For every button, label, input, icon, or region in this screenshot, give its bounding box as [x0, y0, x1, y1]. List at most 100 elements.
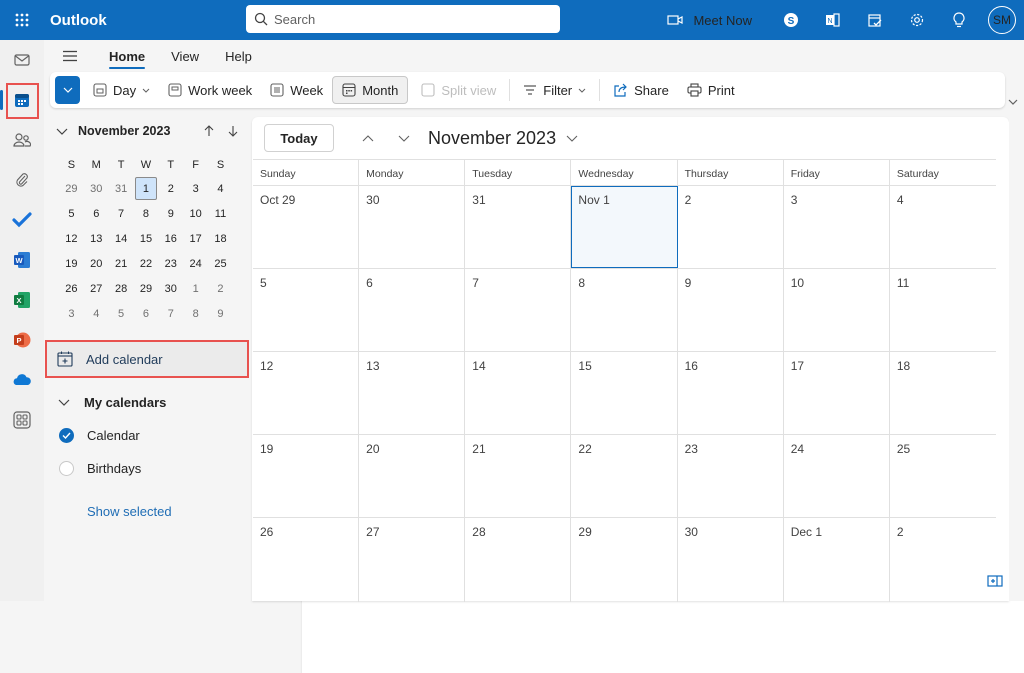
split-view-button[interactable]: Split view	[412, 76, 505, 104]
mini-calendar-day[interactable]: 28	[109, 276, 134, 301]
mini-calendar-day[interactable]: 16	[158, 226, 183, 251]
mini-calendar-day[interactable]: 4	[208, 176, 233, 201]
rail-mail[interactable]	[0, 40, 44, 80]
mini-calendar-day[interactable]: 29	[59, 176, 84, 201]
day-cell[interactable]: 3	[784, 186, 890, 268]
day-cell[interactable]: 26	[253, 518, 360, 602]
rail-files[interactable]	[0, 160, 44, 200]
day-cell[interactable]: 17	[784, 352, 890, 434]
mini-calendar-day[interactable]: 8	[134, 201, 159, 226]
rail-excel[interactable]: X	[0, 280, 44, 320]
day-cell[interactable]: 19	[253, 435, 360, 517]
filter-button[interactable]: Filter	[514, 76, 595, 104]
mini-calendar-day[interactable]: 23	[158, 251, 183, 276]
day-view-button[interactable]: Day	[84, 76, 159, 104]
mini-calendar-day[interactable]: 31	[109, 176, 134, 201]
chevron-down-icon[interactable]	[566, 135, 578, 142]
mini-calendar-day[interactable]: 1	[134, 176, 159, 201]
day-cell[interactable]: 4	[890, 186, 996, 268]
calendar-item-birthdays[interactable]: Birthdays	[59, 461, 141, 476]
show-selected-link[interactable]: Show selected	[87, 504, 172, 519]
mini-calendar-day[interactable]: 30	[158, 276, 183, 301]
mini-calendar-day[interactable]: 29	[134, 276, 159, 301]
month-title[interactable]: November 2023	[428, 128, 556, 149]
mini-calendar-day[interactable]: 6	[84, 201, 109, 226]
today-button[interactable]: Today	[264, 124, 334, 152]
my-calendars-header[interactable]: My calendars	[58, 395, 166, 410]
mini-calendar-day[interactable]: 26	[59, 276, 84, 301]
day-cell-today[interactable]: Nov 1	[571, 186, 678, 268]
day-cell[interactable]: 11	[890, 269, 996, 351]
share-button[interactable]: Share	[604, 76, 678, 104]
onenote-feed-button[interactable]: N	[812, 0, 854, 40]
mini-calendar-day[interactable]: 9	[158, 201, 183, 226]
rail-people[interactable]	[0, 120, 44, 160]
rail-onedrive[interactable]	[0, 360, 44, 400]
day-cell[interactable]: 28	[465, 518, 572, 602]
settings-button[interactable]	[896, 0, 938, 40]
skype-button[interactable]: S	[770, 0, 812, 40]
day-cell[interactable]: 30	[359, 186, 466, 268]
mini-calendar-day[interactable]: 6	[134, 301, 159, 326]
account-avatar[interactable]: SM	[988, 6, 1016, 34]
mini-calendar-day[interactable]: 11	[208, 201, 233, 226]
day-cell[interactable]: 12	[253, 352, 360, 434]
mini-calendar-day[interactable]: 4	[84, 301, 109, 326]
mini-calendar-day[interactable]: 13	[84, 226, 109, 251]
day-cell[interactable]: 14	[465, 352, 572, 434]
checkbox-checked[interactable]	[59, 428, 74, 443]
mini-calendar-day[interactable]: 5	[109, 301, 134, 326]
mini-calendar-day[interactable]: 8	[183, 301, 208, 326]
mini-calendar-day[interactable]: 17	[183, 226, 208, 251]
day-cell[interactable]: 24	[784, 435, 890, 517]
day-cell[interactable]: 7	[465, 269, 572, 351]
mini-calendar-day[interactable]: 9	[208, 301, 233, 326]
arrow-down-icon[interactable]	[228, 125, 238, 137]
month-view-button[interactable]: Month	[332, 76, 409, 104]
day-cell[interactable]: 30	[678, 518, 784, 602]
next-month-button[interactable]	[386, 135, 422, 142]
day-cell[interactable]: 23	[678, 435, 784, 517]
my-day-button[interactable]	[854, 0, 896, 40]
day-cell[interactable]: 21	[465, 435, 572, 517]
toggle-side-pane-button[interactable]	[982, 568, 1008, 594]
mini-calendar-day[interactable]: 22	[134, 251, 159, 276]
day-cell[interactable]: 2	[890, 518, 996, 602]
mini-calendar-day[interactable]: 14	[109, 226, 134, 251]
day-cell[interactable]: 22	[571, 435, 678, 517]
tab-home[interactable]: Home	[96, 41, 158, 71]
day-cell[interactable]: 8	[571, 269, 678, 351]
tips-button[interactable]	[938, 0, 980, 40]
day-cell[interactable]: 20	[359, 435, 466, 517]
rail-powerpoint[interactable]: P	[0, 320, 44, 360]
work-week-view-button[interactable]: Work week	[159, 76, 261, 104]
day-cell[interactable]: 27	[359, 518, 466, 602]
day-cell[interactable]: 16	[678, 352, 784, 434]
day-cell[interactable]: 18	[890, 352, 996, 434]
meet-now-button[interactable]: Meet Now	[661, 0, 758, 40]
arrow-up-icon[interactable]	[204, 125, 214, 137]
day-cell[interactable]: 29	[571, 518, 678, 602]
day-cell[interactable]: 2	[678, 186, 784, 268]
mini-calendar-day[interactable]: 2	[158, 176, 183, 201]
day-cell[interactable]: Oct 29	[253, 186, 360, 268]
mini-calendar-day[interactable]: 7	[109, 201, 134, 226]
nav-toggle-button[interactable]	[44, 50, 96, 62]
mini-calendar-day[interactable]: 3	[183, 176, 208, 201]
day-cell[interactable]: Dec 1	[784, 518, 890, 602]
new-event-dropdown[interactable]	[55, 76, 80, 104]
app-launcher-button[interactable]	[0, 0, 44, 40]
mini-calendar-day[interactable]: 27	[84, 276, 109, 301]
mini-calendar-selected-day[interactable]: 1	[134, 177, 157, 200]
search-input[interactable]: Search	[246, 5, 560, 33]
day-cell[interactable]: 10	[784, 269, 890, 351]
tab-view[interactable]: View	[158, 41, 212, 71]
mini-calendar-day[interactable]: 20	[84, 251, 109, 276]
mini-calendar-day[interactable]: 21	[109, 251, 134, 276]
mini-calendar-day[interactable]: 19	[59, 251, 84, 276]
mini-calendar-day[interactable]: 30	[84, 176, 109, 201]
day-cell[interactable]: 31	[465, 186, 572, 268]
mini-calendar-day[interactable]: 12	[59, 226, 84, 251]
mini-calendar-day[interactable]: 1	[183, 276, 208, 301]
day-cell[interactable]: 25	[890, 435, 996, 517]
